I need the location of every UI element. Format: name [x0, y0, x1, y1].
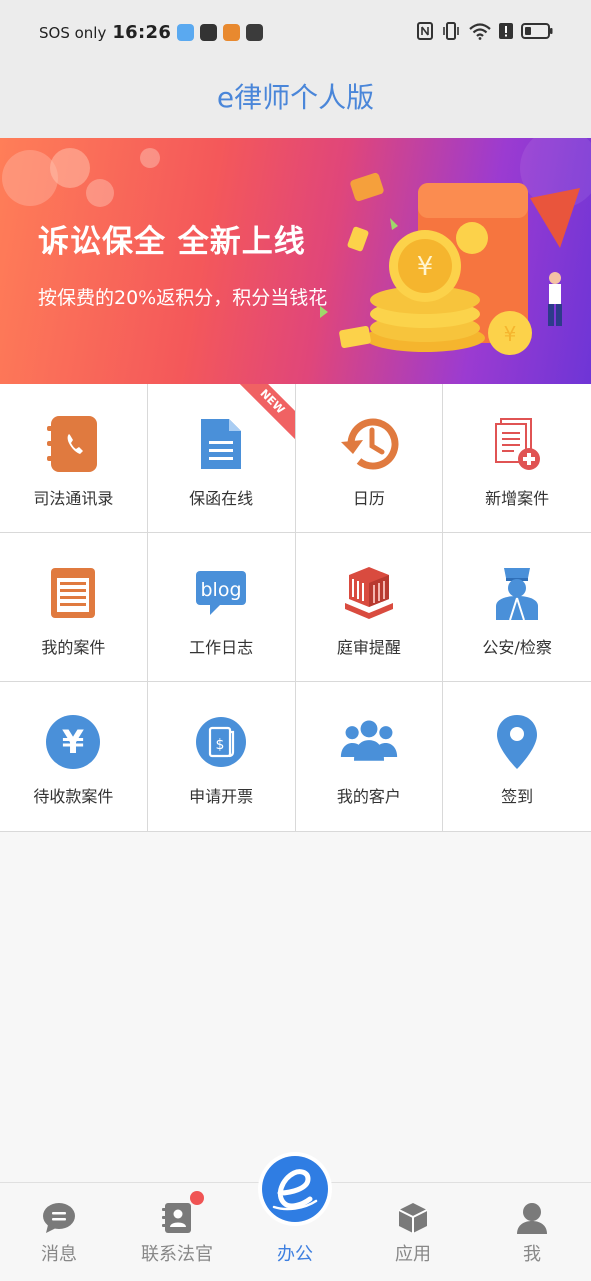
- nav-contact-judge[interactable]: 联系法官: [118, 1183, 236, 1281]
- nav-label: 联系法官: [141, 1244, 213, 1265]
- svg-text:$: $: [216, 737, 225, 753]
- grid-item-label: 工作日志: [189, 638, 254, 657]
- battery-icon: [521, 23, 553, 39]
- nav-me[interactable]: 我: [473, 1183, 591, 1281]
- grid-item-check-in[interactable]: 签到: [443, 682, 591, 831]
- grid-item-calendar[interactable]: 日历: [295, 384, 444, 533]
- cube-icon: [398, 1203, 428, 1233]
- grid-item-apply-invoice[interactable]: $ 申请开票: [147, 682, 296, 831]
- notification-app-icon: [223, 24, 241, 41]
- invoice-icon: $: [191, 712, 251, 772]
- feature-grid: 司法通讯录 NEW 保函在线 日历 新增案件 我的案件 blog 工作日志 庭审…: [0, 384, 591, 832]
- vibrate-icon: [443, 22, 459, 40]
- banner-subline: 按保费的20%返积分，积分当钱花: [38, 287, 328, 309]
- blog-icon-text: blog: [201, 579, 242, 601]
- upload-icon: [200, 24, 218, 41]
- svg-text:¥: ¥: [417, 252, 434, 282]
- grid-item-add-case[interactable]: 新增案件: [443, 384, 591, 533]
- wifi-icon: [469, 23, 491, 40]
- clients-icon: [339, 712, 399, 772]
- grid-item-receivable-cases[interactable]: ¥ 待收款案件: [0, 682, 148, 831]
- nav-label: 办公: [277, 1244, 313, 1265]
- status-bar: SOS only 16:26: [0, 0, 591, 66]
- grid-item-label: 保函在线: [189, 489, 254, 508]
- title-bar: e律师个人版: [0, 66, 591, 138]
- grid-item-label: 我的案件: [41, 638, 106, 657]
- nfc-icon: [417, 22, 433, 40]
- add-document-icon: [487, 414, 547, 474]
- grid-item-police-procuratorate[interactable]: 公安/检察: [443, 533, 591, 682]
- grid-item-label: 新增案件: [485, 489, 550, 508]
- grid-item-label: 待收款案件: [33, 787, 114, 806]
- courthouse-icon: [339, 563, 399, 623]
- e-logo-icon: [262, 1156, 328, 1222]
- nav-apps[interactable]: 应用: [354, 1183, 472, 1281]
- person-icon: [517, 1203, 547, 1234]
- message-icon: [43, 1203, 75, 1233]
- page-title: e律师个人版: [216, 81, 375, 114]
- address-book-icon: [43, 414, 103, 474]
- status-right: [417, 22, 553, 40]
- nav-label: 消息: [41, 1244, 77, 1265]
- grid-item-trial-reminder[interactable]: 庭审提醒: [295, 533, 444, 682]
- grid-item-work-log[interactable]: blog 工作日志: [147, 533, 296, 682]
- notification-dot: [190, 1191, 204, 1205]
- blog-icon: blog: [191, 563, 251, 623]
- contact-judge-icon: [162, 1203, 191, 1233]
- promo-banner[interactable]: ¥ ¥ 诉讼保全 全新上线 按保费的20%返积分，积分当钱花: [0, 138, 591, 384]
- clock: 16:26: [112, 22, 172, 43]
- grid-item-my-clients[interactable]: 我的客户: [295, 682, 444, 831]
- grid-item-judicial-contacts[interactable]: 司法通讯录: [0, 384, 148, 533]
- case-list-icon: [43, 563, 103, 623]
- carrier-text: SOS only: [39, 23, 107, 42]
- grid-item-guarantee-online[interactable]: NEW 保函在线: [147, 384, 296, 533]
- grid-item-label: 庭审提醒: [336, 638, 401, 657]
- grid-item-label: 签到: [501, 787, 534, 806]
- grid-item-my-cases[interactable]: 我的案件: [0, 533, 148, 682]
- banner-headline: 诉讼保全 全新上线: [38, 224, 306, 260]
- office-fab[interactable]: [258, 1152, 332, 1226]
- nav-label: 应用: [395, 1244, 431, 1265]
- history-clock-icon: [339, 414, 399, 474]
- svg-text:¥: ¥: [504, 322, 517, 346]
- nav-messages[interactable]: 消息: [0, 1183, 118, 1281]
- grid-item-label: 司法通讯录: [33, 489, 114, 508]
- banner-decoration: ¥ ¥: [2, 138, 591, 355]
- notification-app-icon: [246, 24, 264, 41]
- grid-item-label: 日历: [352, 489, 385, 508]
- nav-label: 我: [523, 1244, 541, 1265]
- grid-item-label: 申请开票: [189, 787, 254, 806]
- location-pin-icon: [487, 712, 547, 772]
- yen-icon: ¥: [43, 712, 103, 772]
- notification-app-icon: [177, 24, 195, 41]
- document-icon: [191, 414, 251, 474]
- police-officer-icon: [487, 563, 547, 623]
- grid-item-label: 我的客户: [336, 787, 401, 806]
- yen-icon-text: ¥: [62, 723, 84, 761]
- grid-item-label: 公安/检察: [482, 638, 552, 657]
- alert-icon: [499, 23, 513, 39]
- status-left: SOS only 16:26: [39, 22, 264, 43]
